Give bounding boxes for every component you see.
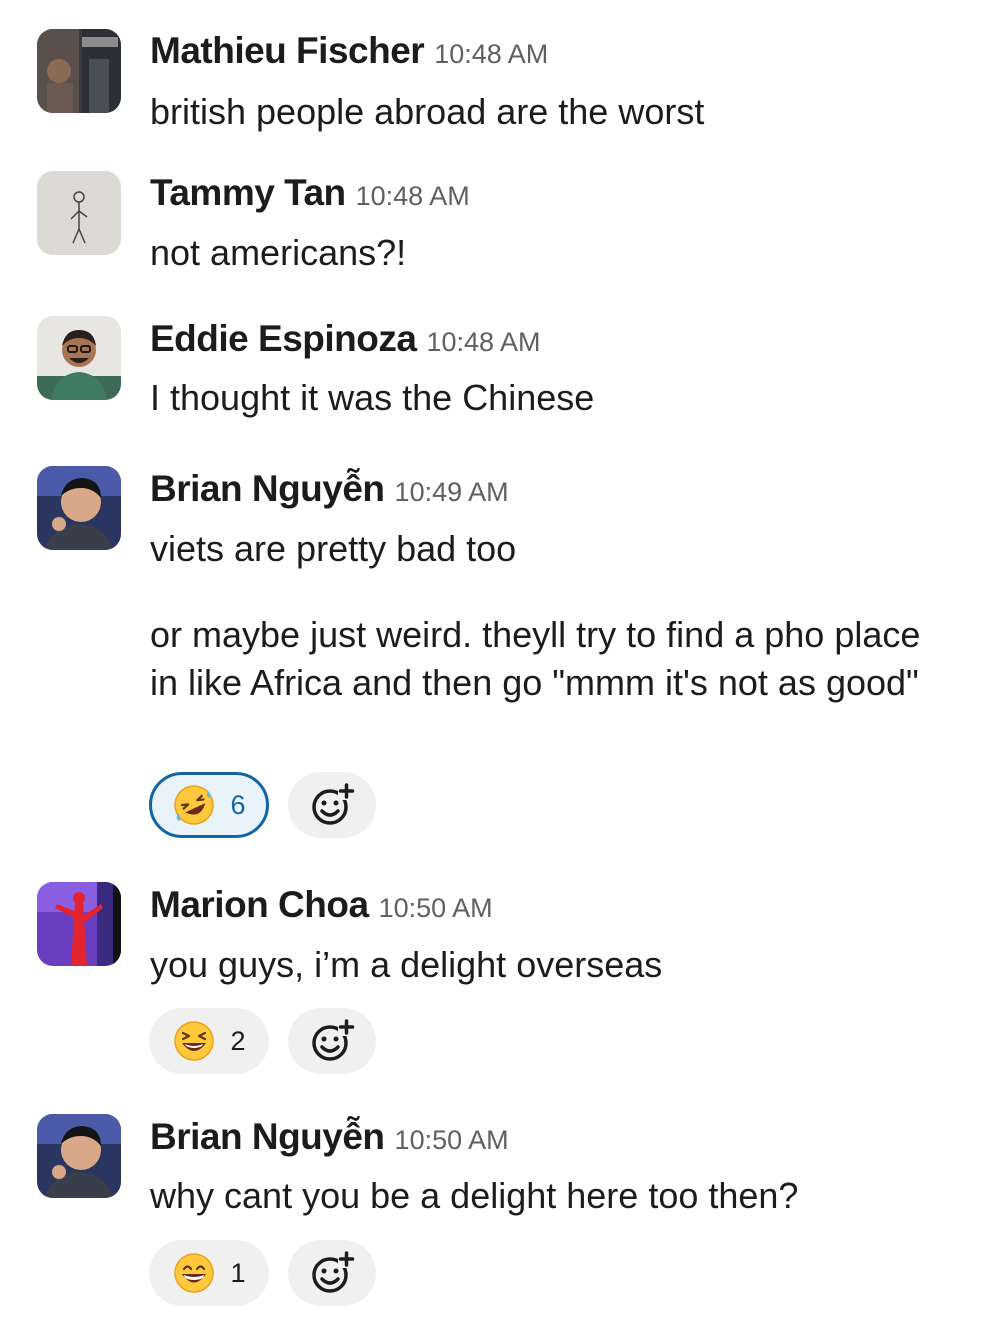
avatar[interactable] [37, 1114, 121, 1198]
sender-name[interactable]: Tammy Tan [150, 172, 346, 213]
timestamp[interactable]: 10:48 AM [434, 39, 548, 69]
avatar[interactable] [37, 171, 121, 255]
reaction-count: 1 [230, 1257, 246, 1288]
timestamp[interactable]: 10:49 AM [395, 477, 509, 507]
message-text: or maybe just weird. theyll try to find … [150, 614, 921, 703]
add-reaction-icon [312, 1019, 355, 1061]
timestamp[interactable]: 10:50 AM [395, 1125, 509, 1155]
reaction-count: 2 [230, 1025, 246, 1056]
message-text: viets are pretty bad too [150, 528, 517, 569]
sender-name[interactable]: Mathieu Fischer [150, 30, 425, 71]
reaction-pill[interactable]: 6 [149, 772, 269, 838]
add-reaction-button[interactable] [288, 1008, 376, 1074]
message-text: I thought it was the Chinese [150, 377, 595, 418]
reaction-pill[interactable]: 1 [149, 1240, 269, 1306]
message-text: british people abroad are the worst [150, 91, 705, 132]
timestamp[interactable]: 10:48 AM [356, 181, 470, 211]
sender-name[interactable]: Marion Choa [150, 884, 369, 925]
timestamp[interactable]: 10:48 AM [426, 327, 540, 357]
avatar[interactable] [37, 466, 121, 550]
add-reaction-button[interactable] [288, 772, 376, 838]
avatar[interactable] [37, 29, 121, 113]
sender-name[interactable]: Brian Nguyễn [150, 468, 385, 509]
add-reaction-icon [312, 1251, 355, 1293]
grinning-face-icon [174, 1253, 215, 1293]
sender-name[interactable]: Brian Nguyễn [150, 1116, 385, 1157]
add-reaction-button[interactable] [288, 1240, 376, 1306]
reaction-pill[interactable]: 2 [149, 1008, 269, 1074]
rolling-on-floor-laughing-icon [174, 785, 215, 825]
add-reaction-icon [312, 783, 355, 825]
message-text: you guys, i’m a delight overseas [150, 944, 663, 985]
reaction-count: 6 [230, 789, 246, 820]
message-text: not americans?! [150, 232, 407, 273]
sender-name[interactable]: Eddie Espinoza [150, 318, 417, 359]
message-text: why cant you be a delight here too then? [150, 1175, 799, 1216]
laughing-squinting-face-icon [174, 1021, 215, 1061]
timestamp[interactable]: 10:50 AM [379, 893, 493, 923]
avatar[interactable] [37, 316, 121, 400]
avatar[interactable] [37, 882, 121, 966]
